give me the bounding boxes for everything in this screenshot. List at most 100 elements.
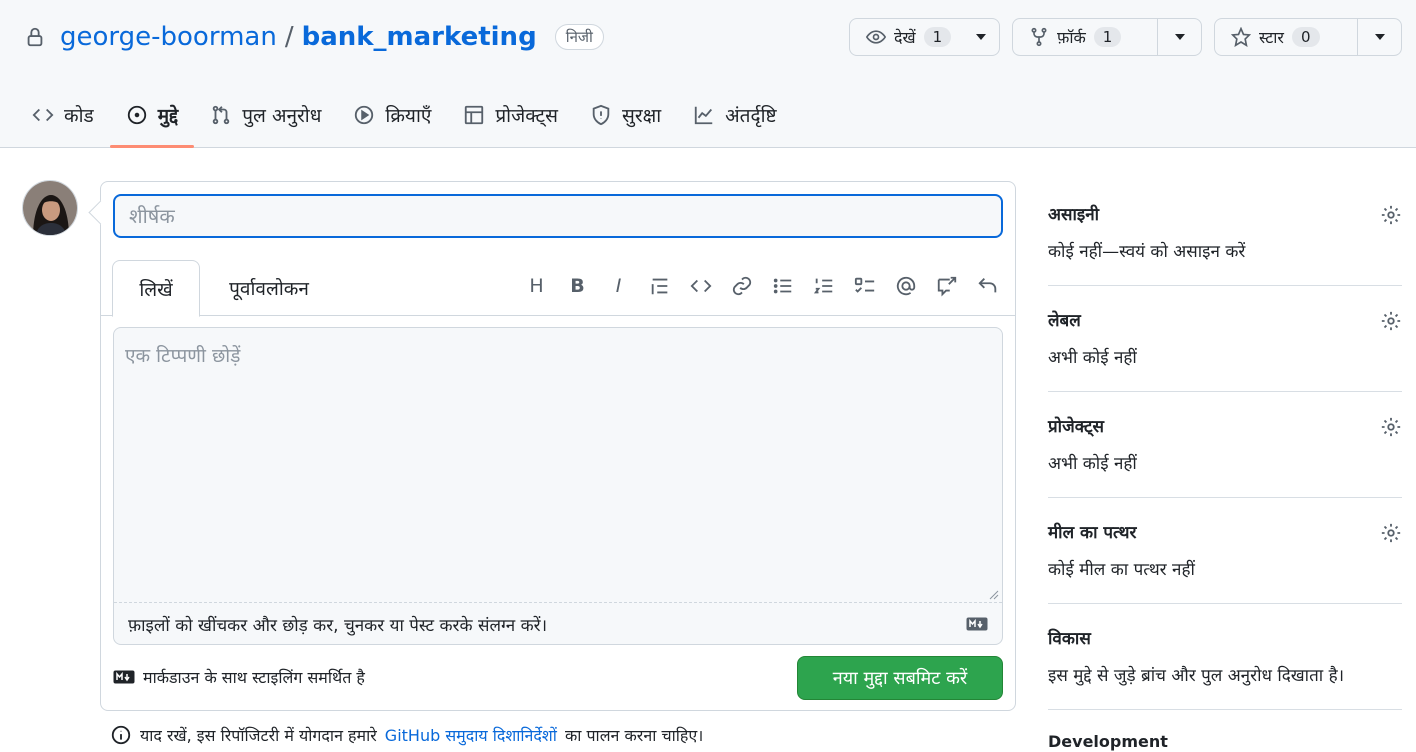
guidelines-prefix: याद रखें, इस रिपॉजिटरी में योगदान हमारे <box>140 726 377 745</box>
repo-owner-link[interactable]: george-boorman <box>60 22 277 52</box>
ordered-list-icon <box>813 278 832 293</box>
markdown-toolbar: H B I <box>525 274 999 297</box>
link-icon <box>732 276 751 295</box>
tab-projects-label: प्रोजेक्ट्स <box>495 105 558 127</box>
sidebar-assignees: असाइनी कोई नहीं—स्वयं को असाइन करें <box>1048 180 1402 286</box>
repo-header: george-boorman / bank_marketing निजी देख… <box>0 0 1416 148</box>
italic-button[interactable]: I <box>607 274 630 297</box>
star-button[interactable]: स्टार 0 <box>1215 19 1357 55</box>
path-separator: / <box>284 22 294 52</box>
gear-icon[interactable] <box>1380 310 1402 332</box>
development-heading: विकास <box>1048 629 1091 649</box>
table-icon <box>465 105 484 125</box>
repo-title: george-boorman / bank_marketing निजी <box>24 18 604 56</box>
fork-button[interactable]: फ़ॉर्क 1 <box>1013 19 1157 55</box>
user-avatar-image <box>23 181 77 235</box>
tab-insights[interactable]: अंतर्दृष्टि <box>677 92 792 138</box>
sidebar-milestone: मील का पत्थर कोई मील का पत्थर नहीं <box>1048 498 1402 604</box>
tab-preview[interactable]: पूर्वावलोकन <box>209 260 329 316</box>
watch-dropdown-button[interactable] <box>963 19 999 55</box>
cross-reference-icon <box>937 276 956 296</box>
code-button[interactable] <box>689 274 712 297</box>
heading-button[interactable]: H <box>525 274 548 297</box>
markdown-support-note: मार्कडाउन के साथ स्टाइलिंग समर्थित है <box>113 666 365 688</box>
watch-button[interactable]: देखें 1 <box>850 19 963 55</box>
ordered-list-button[interactable] <box>812 274 835 297</box>
gear-icon[interactable] <box>1380 416 1402 438</box>
repo-name-link[interactable]: bank_marketing <box>302 22 537 52</box>
projects-heading: प्रोजेक्ट्स <box>1048 417 1105 437</box>
resize-handle-icon[interactable] <box>989 590 999 600</box>
mention-icon <box>896 276 915 295</box>
graph-icon <box>694 106 713 125</box>
milestone-value: कोई मील का पत्थर नहीं <box>1048 560 1195 580</box>
issue-icon <box>127 105 146 125</box>
watch-count: 1 <box>923 27 952 47</box>
fork-button-group: फ़ॉर्क 1 <box>1012 18 1202 56</box>
link-button[interactable] <box>730 274 753 297</box>
comment-textarea[interactable] <box>114 328 1002 602</box>
fork-label: फ़ॉर्क <box>1057 28 1086 47</box>
projects-value: अभी कोई नहीं <box>1048 454 1137 474</box>
editor-tabs: लिखें पूर्वावलोकन H B I <box>101 260 1015 317</box>
tab-insights-label: अंतर्दृष्टि <box>725 105 777 127</box>
tab-security[interactable]: सुरक्षा <box>574 92 677 138</box>
tab-pull-requests-label: पुल अनुरोध <box>242 105 322 127</box>
avatar[interactable] <box>22 180 78 236</box>
star-button-group: स्टार 0 <box>1214 18 1402 56</box>
quote-button[interactable] <box>648 274 671 297</box>
quote-icon <box>651 278 667 294</box>
lock-icon <box>27 27 43 47</box>
tab-actions[interactable]: क्रियाएँ <box>337 92 447 138</box>
tab-code[interactable]: कोड <box>16 92 110 138</box>
info-icon <box>111 725 131 745</box>
chevron-down-icon <box>1374 34 1385 40</box>
new-issue-form: लिखें पूर्वावलोकन H B I <box>100 181 1016 711</box>
markdown-icon <box>966 617 988 631</box>
gear-icon[interactable] <box>1380 204 1402 226</box>
community-guidelines-link[interactable]: GitHub समुदाय दिशानिर्देशों <box>385 724 557 746</box>
eye-icon <box>866 30 886 44</box>
tab-issues[interactable]: मुद्दे <box>109 92 195 148</box>
star-dropdown-button[interactable] <box>1357 19 1401 55</box>
unordered-list-icon <box>773 278 791 293</box>
fork-icon <box>1031 27 1047 47</box>
repo-actions: देखें 1 फ़ॉर्क 1 स्टार 0 <box>849 18 1402 56</box>
unordered-list-button[interactable] <box>771 274 794 297</box>
tab-code-label: कोड <box>64 105 94 127</box>
fork-dropdown-button[interactable] <box>1157 19 1201 55</box>
undo-icon <box>977 277 996 292</box>
bold-button[interactable]: B <box>566 274 589 297</box>
sidebar-labels: लेबल अभी कोई नहीं <box>1048 286 1402 392</box>
star-icon <box>1231 27 1251 47</box>
mention-button[interactable] <box>894 274 917 297</box>
visibility-badge: निजी <box>554 24 604 50</box>
guidelines-suffix: का पालन करना चाहिए। <box>564 726 704 745</box>
reference-button[interactable] <box>935 274 958 297</box>
fork-count: 1 <box>1093 27 1122 47</box>
assignees-heading: असाइनी <box>1048 205 1100 225</box>
undo-button[interactable] <box>976 274 999 297</box>
issue-title-input[interactable] <box>113 194 1003 238</box>
labels-value: अभी कोई नहीं <box>1048 348 1137 368</box>
repo-nav: कोड मुद्दे पुल अनुरोध क्रियाएँ प्रोजेक्ट… <box>16 92 793 148</box>
code-icon <box>690 279 711 292</box>
tab-issues-label: मुद्दे <box>157 105 179 127</box>
shield-icon <box>592 104 610 126</box>
tab-write[interactable]: लिखें <box>112 260 200 317</box>
tab-security-label: सुरक्षा <box>621 105 662 127</box>
assignees-value[interactable]: कोई नहीं—स्वयं को असाइन करें <box>1048 239 1402 262</box>
attach-text: फ़ाइलों को खींचकर और छोड़ कर, चुनकर या प… <box>128 616 548 636</box>
task-list-button[interactable] <box>853 274 876 297</box>
sidebar-projects: प्रोजेक्ट्स अभी कोई नहीं <box>1048 392 1402 498</box>
submit-issue-button[interactable]: नया मुद्दा सबमिट करें <box>797 656 1003 700</box>
tab-pull-requests[interactable]: पुल अनुरोध <box>194 92 337 138</box>
gear-icon[interactable] <box>1380 522 1402 544</box>
labels-heading: लेबल <box>1048 311 1081 331</box>
watch-button-group: देखें 1 <box>849 18 1000 56</box>
tab-projects[interactable]: प्रोजेक्ट्स <box>447 92 574 138</box>
tab-actions-label: क्रियाएँ <box>385 105 432 127</box>
contribution-guidelines-note: याद रखें, इस रिपॉजिटरी में योगदान हमारे … <box>110 724 703 746</box>
file-attach-area[interactable]: फ़ाइलों को खींचकर और छोड़ कर, चुनकर या प… <box>114 602 1002 644</box>
issue-sidebar: असाइनी कोई नहीं—स्वयं को असाइन करें लेबल… <box>1048 180 1402 751</box>
